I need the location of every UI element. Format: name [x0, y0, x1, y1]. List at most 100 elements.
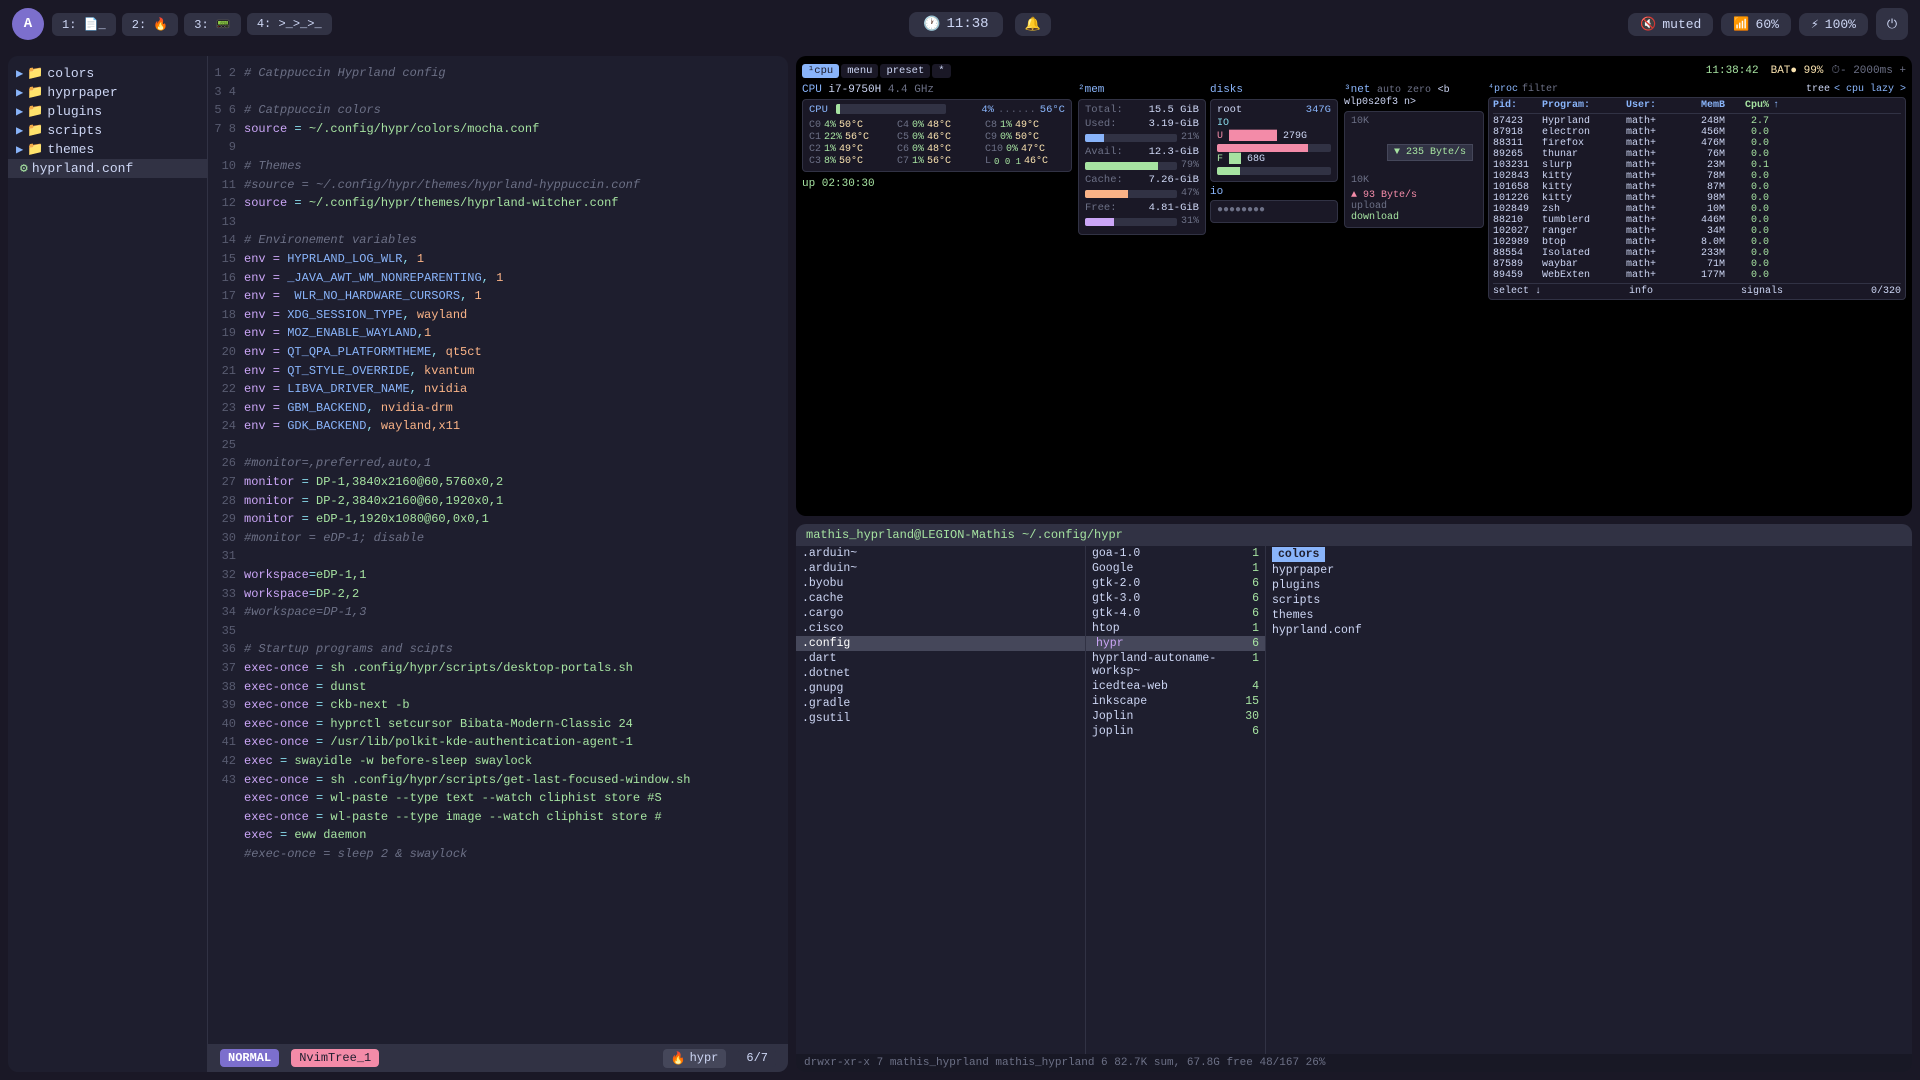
htop-tab-cpu[interactable]: ¹cpu — [802, 64, 839, 78]
proc-row-88311[interactable]: 88311firefoxmath+476M0.0 — [1493, 138, 1901, 149]
line-content[interactable]: # Catppuccin Hyprland config # Catppucci… — [244, 64, 788, 1036]
term-left-item-.cache[interactable]: .cache — [796, 591, 1085, 606]
term-right-item-themes[interactable]: themes — [1266, 608, 1912, 623]
proc-signals-label[interactable]: signals — [1741, 286, 1783, 297]
mem-avail-val: 12.3-GiB — [1149, 146, 1199, 158]
proc-row-102849[interactable]: 102849zshmath+10M0.0 — [1493, 204, 1901, 215]
term-mid-item-gtk-3.0[interactable]: gtk-3.06 — [1086, 591, 1265, 606]
htop-tab-menu[interactable]: menu — [841, 64, 878, 78]
workspace-4[interactable]: 4: >_>_>_ — [247, 13, 332, 35]
term-mid-item-joplin[interactable]: joplin6 — [1086, 724, 1265, 739]
mem-used-row: Used: 3.19-GiB — [1085, 118, 1199, 130]
proc-row-87423[interactable]: 87423Hyprlandmath+248M2.7 — [1493, 116, 1901, 127]
proc-row-101658[interactable]: 101658kittymath+87M0.0 — [1493, 182, 1901, 193]
mem-free-bar-fill — [1085, 218, 1114, 226]
term-left-item-.cisco[interactable]: .cisco — [796, 621, 1085, 636]
cpu-detail-header: CPU 4% ...... 56°C — [809, 104, 1065, 116]
clock-widget[interactable]: 🕐 11:38 — [909, 12, 1002, 37]
mem-cache-label: Cache: — [1085, 174, 1123, 186]
battery-icon: ⚡ — [1811, 17, 1819, 32]
term-left-item-.byobu[interactable]: .byobu — [796, 576, 1085, 591]
sb-file-label: hypr — [690, 1051, 719, 1065]
ft-hyprland-conf[interactable]: ⚙ hyprland.conf — [8, 159, 207, 178]
proc-row-87918[interactable]: 87918electronmath+456M0.0 — [1493, 127, 1901, 138]
term-right-item-hyprpaper[interactable]: hyprpaper — [1266, 563, 1912, 578]
editor-lines-container: 1 2 3 4 5 6 7 8 9 10 11 12 13 14 15 16 1… — [208, 56, 788, 1044]
htop-tab-star[interactable]: * — [932, 64, 950, 78]
term-left-item-.cargo[interactable]: .cargo — [796, 606, 1085, 621]
proc-row-88554[interactable]: 88554Isolatedmath+233M0.0 — [1493, 248, 1901, 259]
htop-tab-preset[interactable]: preset — [880, 64, 930, 78]
term-right-item-colors[interactable]: colors — [1266, 546, 1912, 563]
ft-hyprpaper-label: hyprpaper — [47, 85, 117, 100]
mute-widget[interactable]: 🔇 muted — [1628, 13, 1713, 36]
ft-hyprpaper[interactable]: ▶ 📁 hyprpaper — [8, 83, 207, 102]
proc-info-label[interactable]: info — [1629, 286, 1653, 297]
volume-widget[interactable]: 📶 60% — [1721, 13, 1791, 36]
disk-u-label: U ████████ 279G — [1217, 131, 1331, 142]
term-left-item-.config[interactable]: .config — [796, 636, 1085, 651]
net-box: 10K ▼ 235 Byte/s 10K ▲ 93 Byte/s upload — [1344, 111, 1484, 228]
term-right-item-hyprland.conf[interactable]: hyprland.conf — [1266, 623, 1912, 638]
term-mid-item-Joplin[interactable]: Joplin30 — [1086, 709, 1265, 724]
term-mid-item-hyprland-autoname-worksp~[interactable]: hyprland-autoname-worksp~1 — [1086, 651, 1265, 679]
term-left-rows: .arduin~.arduin~.byobu.cache.cargo.cisco… — [796, 546, 1085, 726]
proc-row-102989[interactable]: 102989btopmath+8.0M0.0 — [1493, 237, 1901, 248]
term-mid-item-hypr[interactable]: hypr6 — [1086, 636, 1265, 651]
proc-row-103231[interactable]: 103231slurpmath+23M0.1 — [1493, 160, 1901, 171]
mem-cache-val: 7.26-GiB — [1149, 174, 1199, 186]
proc-count: 0/320 — [1871, 286, 1901, 297]
core-C0: C04%50°C — [809, 120, 889, 131]
ft-plugins[interactable]: ▶ 📁 plugins — [8, 102, 207, 121]
mute-label: muted — [1662, 17, 1701, 32]
term-left-item-.dotnet[interactable]: .dotnet — [796, 666, 1085, 681]
notification-widget[interactable]: 🔔 — [1015, 13, 1051, 36]
term-left-item-.gsutil[interactable]: .gsutil — [796, 711, 1085, 726]
core-C3: C38%50°C — [809, 156, 889, 167]
ft-scripts[interactable]: ▶ 📁 scripts — [8, 121, 207, 140]
power-button[interactable]: ⏻ — [1876, 8, 1908, 40]
proc-row-89265[interactable]: 89265thunarmath+76M0.0 — [1493, 149, 1901, 160]
workspace-2[interactable]: 2: 🔥 — [122, 13, 179, 36]
htop-bat: BAT● 99% — [1771, 65, 1824, 77]
proc-row-89459[interactable]: 89459WebExtenmath+177M0.0 — [1493, 270, 1901, 281]
term-left-item-.arduin~[interactable]: .arduin~ — [796, 561, 1085, 576]
proc-row-87589[interactable]: 87589waybarmath+71M0.0 — [1493, 259, 1901, 270]
proc-row-102843[interactable]: 102843kittymath+78M0.0 — [1493, 171, 1901, 182]
term-mid-item-icedtea-web[interactable]: icedtea-web4 — [1086, 679, 1265, 694]
mem-total-label: Total: — [1085, 104, 1123, 116]
app-logo[interactable]: A — [12, 8, 44, 40]
term-mid-item-goa-1.0[interactable]: goa-1.01 — [1086, 546, 1265, 561]
term-mid-item-htop[interactable]: htop1 — [1086, 621, 1265, 636]
workspace-1[interactable]: 1: 📄_ — [52, 13, 116, 36]
core-C9: C90%50°C — [985, 132, 1065, 143]
term-left-item-.dart[interactable]: .dart — [796, 651, 1085, 666]
term-left-item-.arduin~[interactable]: .arduin~ — [796, 546, 1085, 561]
proc-select-label[interactable]: select ↓ — [1493, 286, 1541, 297]
proc-hdr-scroll: ↑ — [1773, 100, 1781, 111]
ft-themes[interactable]: ▶ 📁 themes — [8, 140, 207, 159]
term-mid-item-Google[interactable]: Google1 — [1086, 561, 1265, 576]
battery-widget[interactable]: ⚡ 100% — [1799, 13, 1868, 36]
disk-free-bar-fill — [1217, 167, 1240, 175]
term-left-item-.gnupg[interactable]: .gnupg — [796, 681, 1085, 696]
disk-io-label: IO — [1217, 118, 1331, 129]
proc-row-102027[interactable]: 102027rangermath+34M0.0 — [1493, 226, 1901, 237]
term-right-item-scripts[interactable]: scripts — [1266, 593, 1912, 608]
proc-row-88210[interactable]: 88210tumblerdmath+446M0.0 — [1493, 215, 1901, 226]
net-download-arrow: ▼ 235 Byte/s — [1394, 147, 1466, 158]
term-right-item-plugins[interactable]: plugins — [1266, 578, 1912, 593]
workspace-3[interactable]: 3: 📟 — [184, 13, 241, 36]
term-mid-item-gtk-2.0[interactable]: gtk-2.06 — [1086, 576, 1265, 591]
core-C2: C21%49°C — [809, 144, 889, 155]
mem-free-val: 4.81-GiB — [1149, 202, 1199, 214]
term-mid-rows: goa-1.01Google1gtk-2.06gtk-3.06gtk-4.06h… — [1086, 546, 1265, 739]
term-left-item-.gradle[interactable]: .gradle — [796, 696, 1085, 711]
term-mid-item-gtk-4.0[interactable]: gtk-4.06 — [1086, 606, 1265, 621]
mem-cache-pct: 47% — [1181, 188, 1199, 199]
proc-row-101226[interactable]: 101226kittymath+98M0.0 — [1493, 193, 1901, 204]
mem-avail-label: Avail: — [1085, 146, 1123, 158]
ft-colors[interactable]: ▶ 📁 colors — [8, 64, 207, 83]
term-mid-item-inkscape[interactable]: inkscape15 — [1086, 694, 1265, 709]
topbar-center: 🕐 11:38 🔔 — [340, 12, 1621, 37]
